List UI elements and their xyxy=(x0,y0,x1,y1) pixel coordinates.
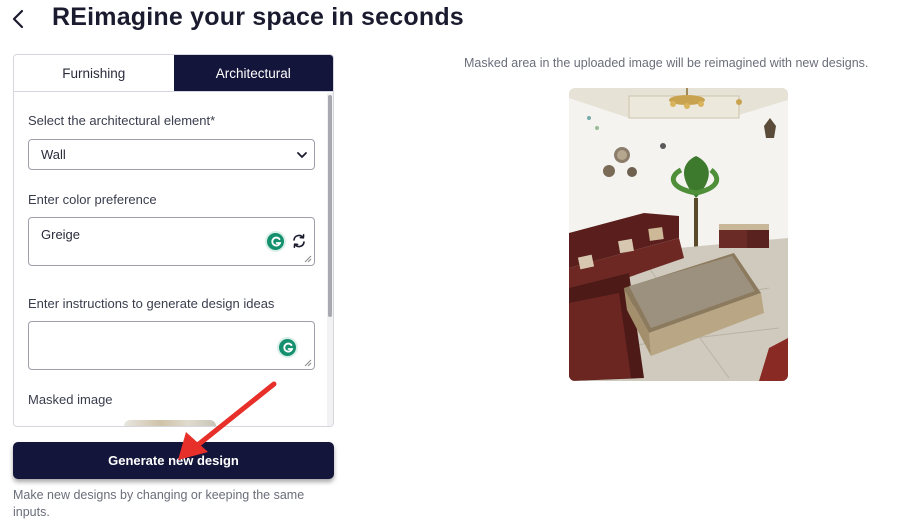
grammarly-icon[interactable] xyxy=(277,337,298,358)
masked-image-thumbnail xyxy=(124,420,216,426)
back-button[interactable] xyxy=(8,6,30,32)
grammarly-icon[interactable] xyxy=(265,231,286,252)
tab-furnishing[interactable]: Furnishing xyxy=(14,55,174,91)
form-scrollbar[interactable] xyxy=(327,93,333,426)
instructions-input[interactable] xyxy=(28,321,315,370)
preview-note: Masked area in the uploaded image will b… xyxy=(464,56,869,70)
scrollbar-thumb[interactable] xyxy=(328,95,332,317)
instructions-label: Enter instructions to generate design id… xyxy=(28,296,275,311)
generate-design-button[interactable]: Generate new design xyxy=(13,442,334,479)
color-preference-value: Greige xyxy=(41,227,81,242)
refresh-icon[interactable] xyxy=(291,233,307,249)
resize-handle-icon[interactable] xyxy=(304,359,312,367)
uploaded-room-image xyxy=(569,88,788,381)
element-select-label: Select the architectural element* xyxy=(28,113,216,128)
helper-text: Make new designs by changing or keeping … xyxy=(13,488,305,519)
color-preference-label: Enter color preference xyxy=(28,192,157,207)
tab-bar: Furnishing Architectural xyxy=(14,55,333,92)
resize-handle-icon[interactable] xyxy=(304,255,312,263)
form-body: Select the architectural element* Wall E… xyxy=(14,93,330,426)
chevron-left-icon xyxy=(12,9,24,29)
color-preference-input[interactable]: Greige xyxy=(28,217,315,266)
design-form-panel: Furnishing Architectural Select the arch… xyxy=(13,54,334,427)
element-select[interactable]: Wall xyxy=(28,139,315,170)
element-select-value: Wall xyxy=(41,147,66,162)
masked-image-label: Masked image xyxy=(28,392,113,407)
page-title: REimagine your space in seconds xyxy=(52,3,464,31)
tab-architectural[interactable]: Architectural xyxy=(173,55,333,91)
page-header: REimagine your space in seconds xyxy=(0,0,900,40)
chevron-down-icon xyxy=(297,152,307,158)
